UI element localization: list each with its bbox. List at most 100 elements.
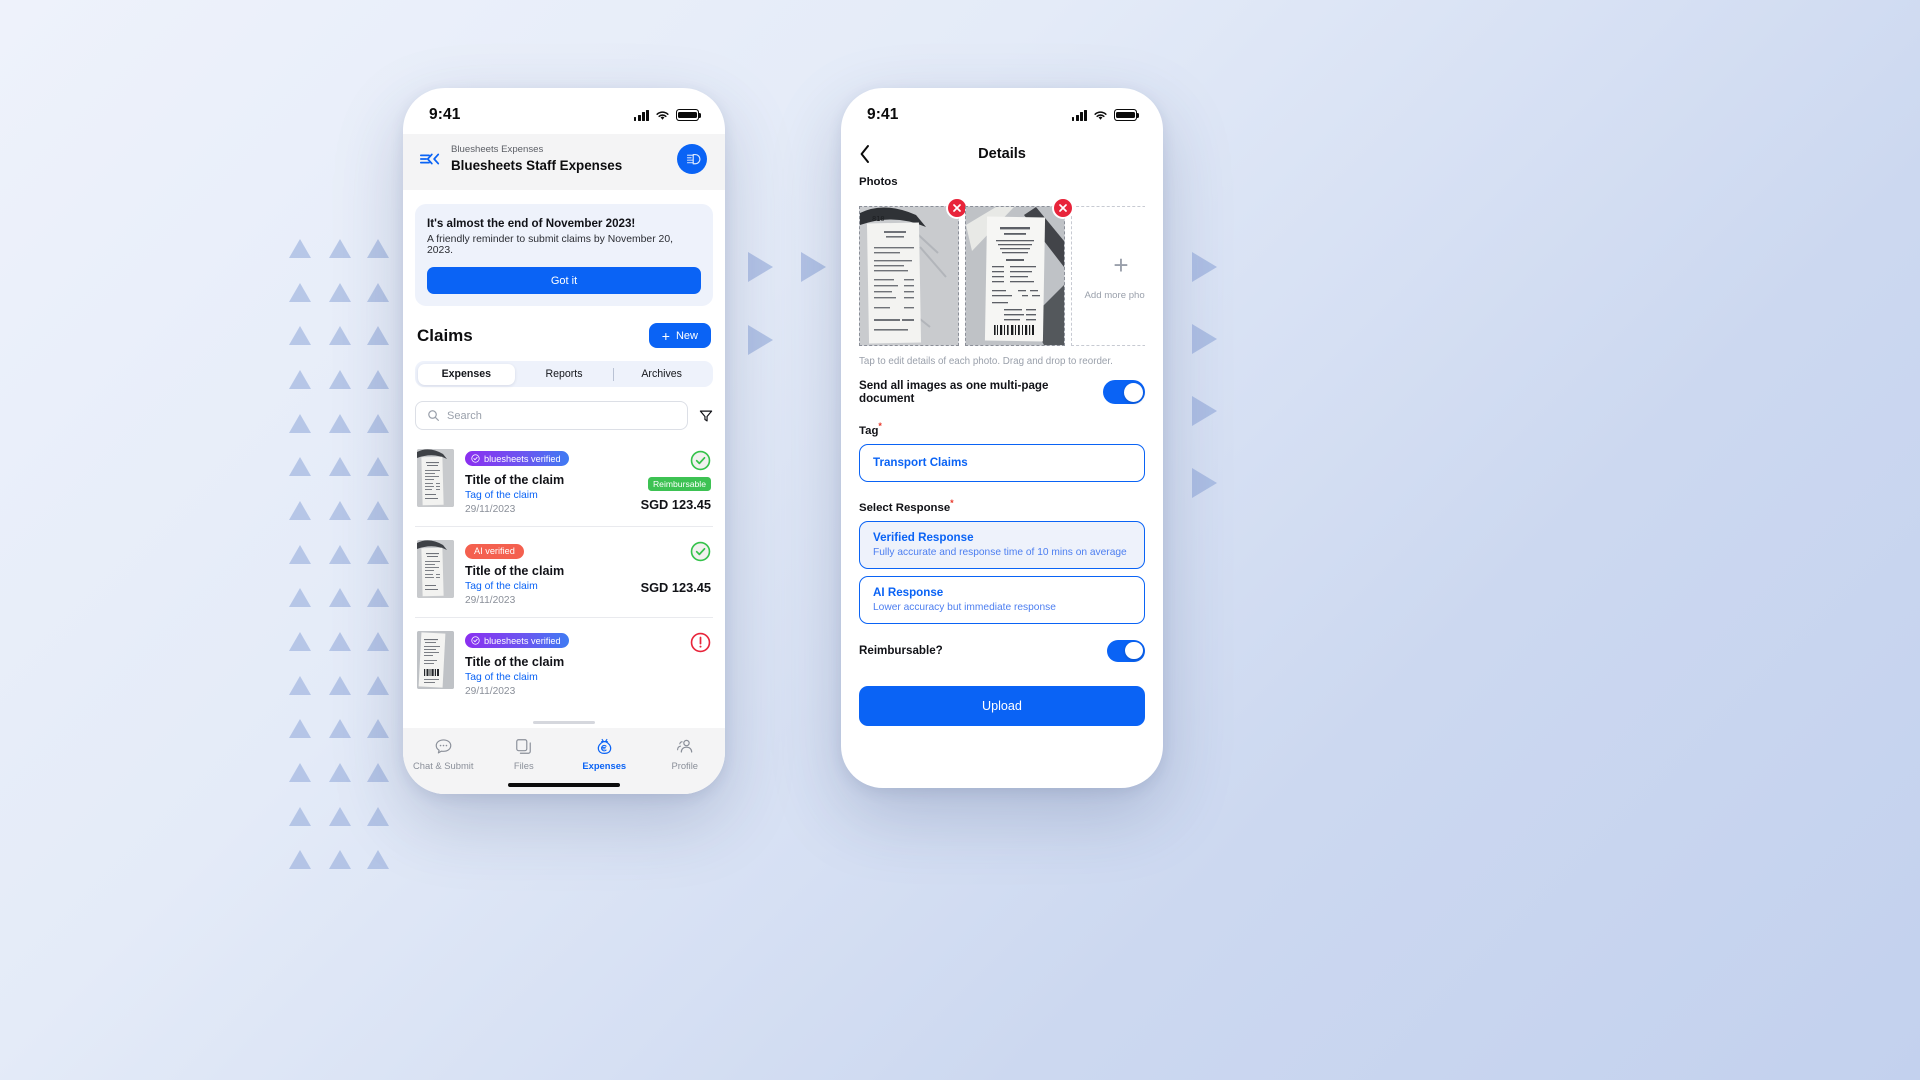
status-bar: 9:41 [841, 88, 1163, 134]
avatar[interactable] [677, 144, 707, 175]
battery-full-icon [676, 109, 702, 121]
photo-item[interactable]: 810 [859, 197, 968, 346]
tab-profile[interactable]: Profile [645, 737, 726, 771]
receipt-thumbnail-image [417, 631, 454, 690]
phone-details: 9:41 Details Photos 810 + Add more pho T… [841, 88, 1163, 788]
tab-label: Profile [671, 760, 699, 771]
status-badge: bluesheets verified [465, 633, 569, 649]
tab-expenses[interactable]: Expenses [417, 363, 516, 385]
photos-hint: Tap to edit details of each photo. Drag … [859, 356, 1113, 367]
multipage-toggle-label: Send all images as one multi-page docume… [859, 379, 1049, 405]
claim-tag[interactable]: Tag of the claim [465, 672, 679, 683]
page-title: Claims [417, 325, 473, 345]
new-claim-button[interactable]: + New [648, 323, 711, 349]
claim-amount: SGD 123.45 [640, 580, 711, 596]
response-option-title: AI Response [873, 585, 944, 599]
photo-item[interactable] [965, 197, 1074, 346]
add-more-photos-label: Add more photos [1084, 289, 1145, 301]
list-item[interactable]: bluesheets verified Title of the claim T… [415, 618, 713, 708]
claim-date: 29/11/2023 [465, 686, 516, 698]
claim-date: 29/11/2023 [465, 595, 516, 607]
select-response-text: Select Response [859, 501, 951, 514]
claim-date: 29/11/2023 [465, 504, 516, 516]
status-badge-label: AI verified [474, 546, 515, 557]
phone-expenses-list: 9:41 Bluesheets Expenses Bluesheets Staf… [403, 88, 725, 794]
users-profile-icon [677, 739, 693, 753]
claims-tabs: Expenses Reports Archives [415, 361, 713, 388]
reimbursable-toggle-label: Reimbursable? [859, 644, 943, 658]
tag-field-label: Tag* [859, 421, 1145, 437]
alert-circle-red-icon [690, 633, 711, 653]
tab-archives[interactable]: Archives [612, 364, 711, 385]
check-circle-icon [471, 636, 480, 645]
reimbursable-toggle[interactable] [1107, 639, 1145, 662]
got-it-button[interactable]: Got it [427, 267, 701, 295]
tag-field-value: Transport Claims [873, 456, 968, 470]
multipage-toggle[interactable] [1103, 380, 1145, 404]
search-input[interactable] [447, 409, 676, 422]
tab-label: Expenses [582, 760, 627, 771]
tab-files[interactable]: Files [484, 737, 565, 771]
delete-photo-button[interactable] [1052, 197, 1074, 219]
required-marker: * [878, 421, 882, 431]
select-response-label: Select Response* [859, 498, 1145, 514]
banner-subtitle: A friendly reminder to submit claims by … [427, 234, 674, 257]
receipt-thumbnail[interactable] [417, 449, 454, 508]
tab-reports[interactable]: Reports [515, 364, 613, 385]
add-more-photos-button[interactable]: + Add more photos [1071, 206, 1145, 346]
tab-chat-and-submit[interactable]: Chat & Submit [403, 737, 484, 771]
receipt-thumbnail-image [417, 449, 454, 508]
receipt-photo-2-image [966, 207, 1064, 345]
page-title: Details [978, 146, 1026, 162]
plus-icon: + [1113, 249, 1129, 280]
workspace-title: Bluesheets Staff Expenses [451, 157, 623, 173]
photos-strip: 810 + Add more pho [859, 197, 1145, 346]
chat-bubble-icon [435, 739, 452, 754]
upload-button[interactable]: Upload [859, 685, 1145, 726]
workspace-header: Bluesheets Expenses Bluesheets Staff Exp… [403, 134, 725, 191]
claim-tag[interactable]: Tag of the claim [465, 490, 630, 501]
tab-expenses[interactable]: Expenses [564, 737, 645, 771]
search-box[interactable] [415, 401, 688, 431]
tag-field[interactable]: Transport Claims [859, 443, 1145, 482]
claim-tag[interactable]: Tag of the claim [465, 581, 630, 592]
reimbursable-tag: Reimbursable [647, 477, 711, 491]
receipt-photo-2[interactable] [965, 206, 1065, 346]
close-x-icon [953, 204, 961, 212]
search-icon [428, 410, 439, 422]
receipt-photo-1[interactable]: 810 [859, 206, 959, 346]
check-circle-icon [471, 454, 480, 463]
list-item[interactable]: AI verified Title of the claim Tag of th… [415, 527, 713, 619]
claim-amount: SGD 123.45 [640, 496, 711, 512]
bluesheets-arrows-logo-icon [419, 153, 440, 165]
plus-icon: + [661, 327, 670, 344]
new-claim-label: New [675, 329, 698, 342]
receipt-photo-1-image: 810 [860, 207, 958, 345]
banner-title: It's almost the end of November 2023! [427, 217, 636, 231]
tab-label: Chat & Submit [413, 760, 474, 771]
cellular-bars-icon [633, 109, 649, 121]
receipt-thumbnail[interactable] [417, 631, 454, 690]
navigation-bar: Details [841, 134, 1163, 176]
claims-list: bluesheets verified Title of the claim T… [415, 436, 713, 708]
status-badge: bluesheets verified [465, 451, 569, 467]
organization-name: Bluesheets Expenses [451, 144, 544, 155]
claim-title: Title of the claim [465, 473, 565, 488]
status-bar-time: 9:41 [429, 106, 461, 123]
response-option-ai[interactable]: AI Response Lower accuracy but immediate… [859, 575, 1145, 624]
back-button[interactable] [859, 144, 871, 164]
status-badge-label: bluesheets verified [484, 453, 561, 464]
list-item[interactable]: bluesheets verified Title of the claim T… [415, 436, 713, 528]
tag-label-text: Tag [859, 424, 879, 437]
tab-label: Files [513, 760, 534, 771]
check-circle-green-icon [690, 542, 711, 562]
claim-title: Title of the claim [465, 564, 565, 579]
response-option-title: Verified Response [873, 530, 974, 544]
battery-full-icon [1114, 109, 1140, 121]
close-x-icon [1059, 204, 1067, 212]
receipt-thumbnail[interactable] [417, 540, 454, 599]
status-bar-time: 9:41 [867, 106, 899, 123]
filter-funnel-icon[interactable] [699, 409, 713, 423]
wifi-icon [656, 110, 669, 120]
response-option-verified[interactable]: Verified Response Fully accurate and res… [859, 520, 1145, 569]
